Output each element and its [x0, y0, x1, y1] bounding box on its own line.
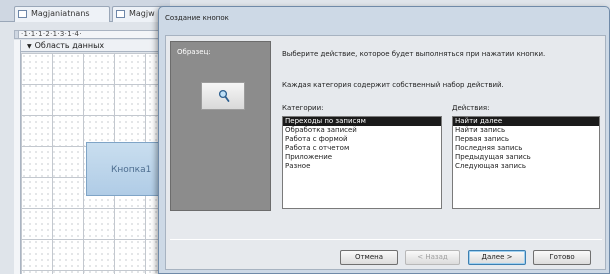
magnifier-icon [218, 89, 230, 102]
categories-listbox[interactable]: Переходы по записям Обработка записей Ра… [282, 116, 442, 209]
action-item[interactable]: Найти далее [453, 117, 599, 126]
document-tabbar: Magjaniatnans Magjw [0, 0, 170, 22]
dialog-body: Образец: Выберите действие, которое буде… [165, 35, 606, 270]
preview-panel: Образец: [170, 41, 271, 211]
preview-label: Образец: [177, 48, 211, 56]
back-button[interactable]: < Назад [405, 250, 460, 265]
document-tab-1[interactable]: Magjaniatnans [14, 6, 110, 22]
document-tab-1-label: Magjaniatnans [31, 9, 90, 18]
category-item[interactable]: Переходы по записям [283, 117, 441, 126]
document-tab-2-label: Magjw [129, 9, 155, 18]
preview-button [201, 82, 245, 110]
action-item[interactable]: Последняя запись [453, 144, 599, 153]
ruler-ticks: ·1·1·1·2·1·3·1·4· [21, 30, 82, 38]
wizard-content: Выберите действие, которое будет выполня… [278, 36, 605, 216]
form-icon [116, 10, 125, 18]
finish-button[interactable]: Готово [533, 250, 591, 265]
instruction-text: Выберите действие, которое будет выполня… [282, 50, 546, 58]
category-item[interactable]: Работа с отчетом [283, 144, 441, 153]
form-icon [18, 10, 27, 18]
action-item[interactable]: Следующая запись [453, 162, 599, 171]
horizontal-ruler: ·1·1·1·2·1·3·1·4· [18, 30, 170, 39]
detail-section-header[interactable]: ▼ Область данных [21, 40, 170, 52]
button-divider [170, 239, 602, 240]
categories-label: Категории: [282, 104, 324, 112]
actions-listbox[interactable]: Найти далее Найти запись Первая запись П… [452, 116, 600, 209]
category-item[interactable]: Обработка записей [283, 126, 441, 135]
command-button-wizard: Создание кнопок Образец: Выберите действ… [158, 6, 610, 274]
category-item[interactable]: Приложение [283, 153, 441, 162]
action-item[interactable]: Найти запись [453, 126, 599, 135]
next-button[interactable]: Далее > [468, 250, 526, 265]
section-label: Область данных [34, 41, 105, 50]
category-note: Каждая категория содержит собственный на… [282, 81, 504, 89]
cancel-button[interactable]: Отмена [340, 250, 398, 265]
section-arrow-icon: ▼ [27, 43, 32, 50]
dialog-title: Создание кнопок [165, 14, 229, 22]
category-item[interactable]: Разное [283, 162, 441, 171]
actions-label: Действия: [452, 104, 490, 112]
action-item[interactable]: Предыдущая запись [453, 153, 599, 162]
action-item[interactable]: Первая запись [453, 135, 599, 144]
category-item[interactable]: Работа с формой [283, 135, 441, 144]
vertical-ruler [14, 40, 21, 274]
